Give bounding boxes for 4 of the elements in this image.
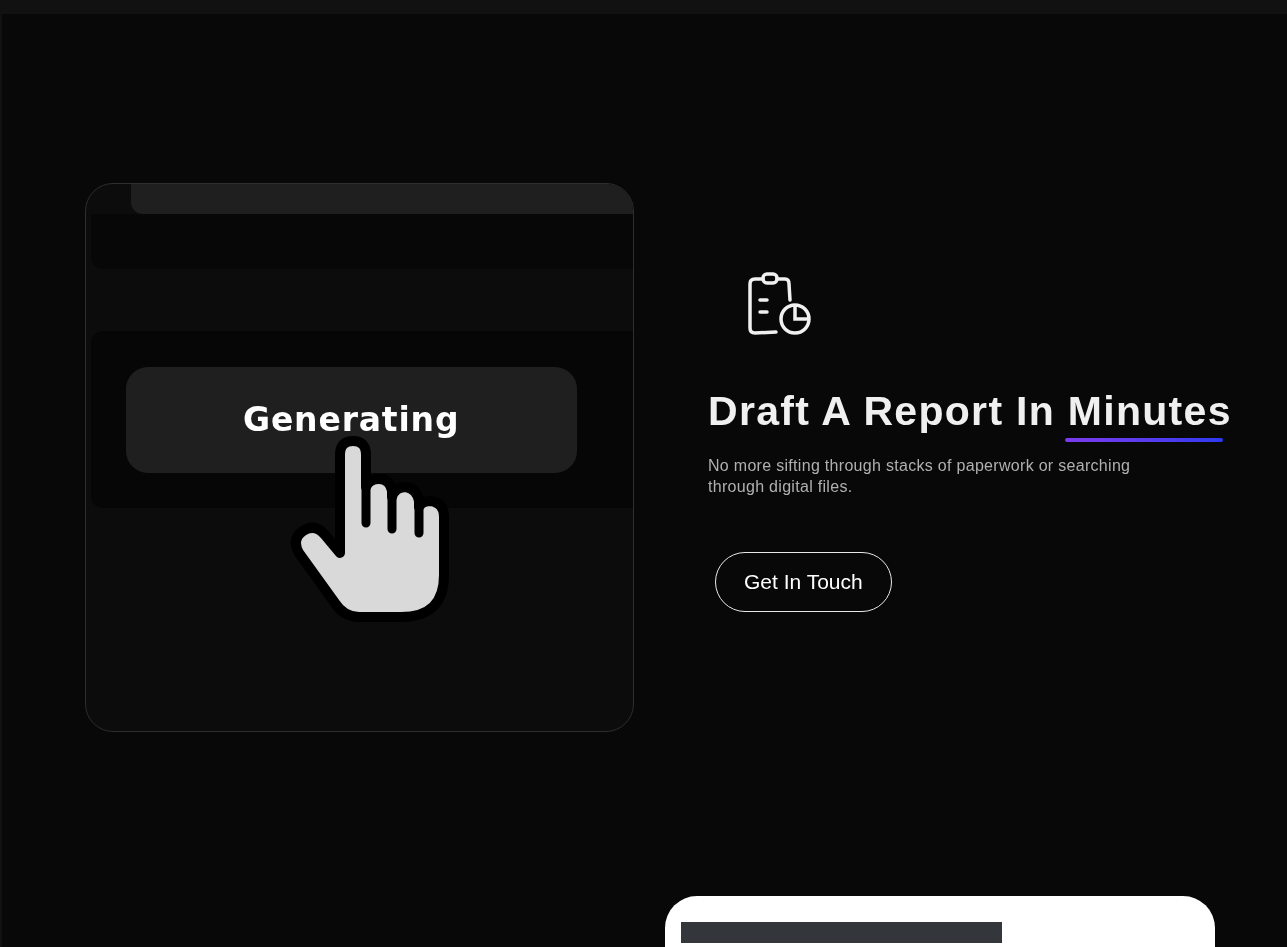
clipboard-chart-icon (747, 271, 813, 337)
generating-button[interactable]: Generating (126, 366, 577, 473)
feature-description: No more sifting through stacks of paperwork or searching through digital files. (708, 456, 1132, 497)
feature-heading: Draft A Report In Minutes (708, 387, 1232, 435)
